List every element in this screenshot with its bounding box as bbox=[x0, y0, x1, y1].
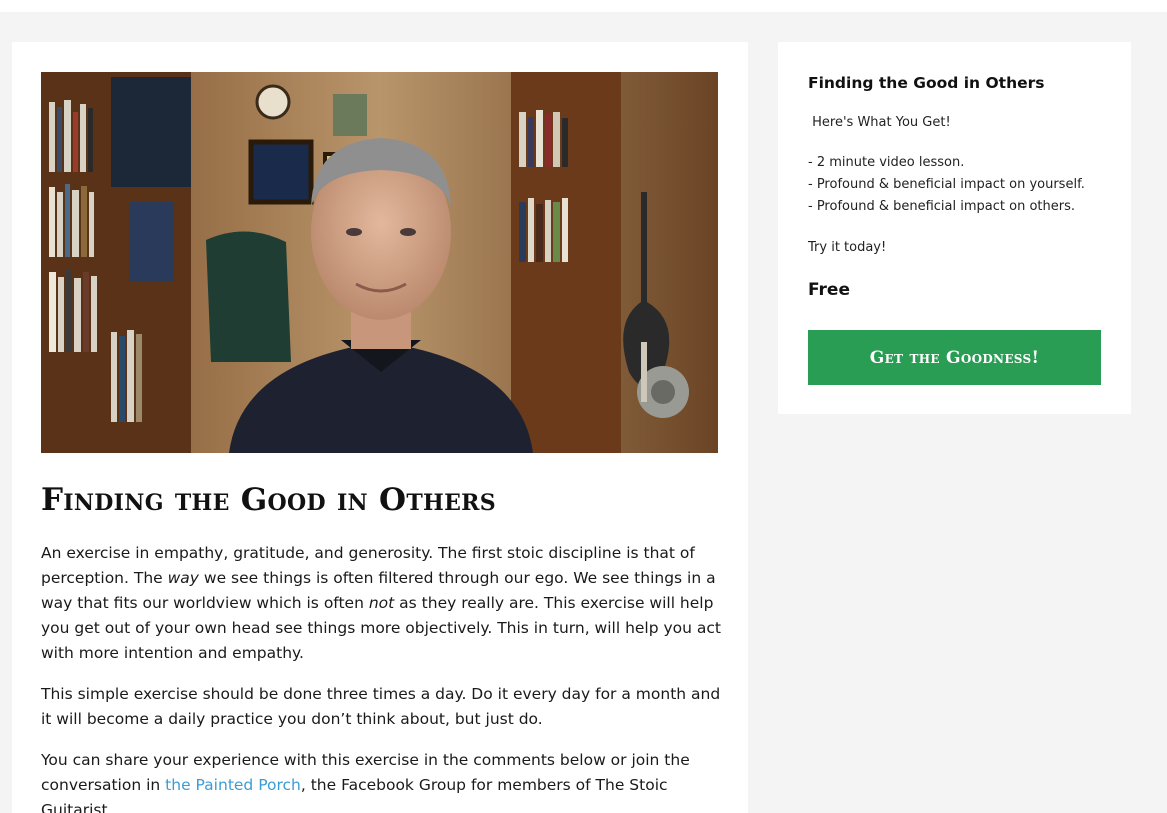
benefit-item: - 2 minute video lesson. bbox=[808, 155, 965, 170]
benefit-item: - Profound & beneficial impact on others… bbox=[808, 199, 1075, 214]
offer-title: Finding the Good in Others bbox=[808, 74, 1045, 92]
share-paragraph: You can share your experience with this … bbox=[41, 748, 731, 813]
offer-price: Free bbox=[808, 280, 850, 300]
practice-paragraph: This simple exercise should be done thre… bbox=[41, 685, 721, 728]
offer-benefits-list: - 2 minute video lesson. - Profound & be… bbox=[808, 152, 1085, 218]
offer-try-text: Try it today! bbox=[808, 240, 887, 255]
offer-intro: Here's What You Get! bbox=[808, 115, 951, 130]
benefit-item: - Profound & beneficial impact on yourse… bbox=[808, 177, 1085, 192]
main-content-card: Finding the Good in Others An exercise i… bbox=[12, 42, 748, 813]
painted-porch-link[interactable]: the Painted Porch bbox=[165, 776, 301, 794]
emphasis-not: not bbox=[368, 594, 395, 612]
get-goodness-button[interactable]: Get the Goodness! bbox=[808, 330, 1101, 385]
top-bar bbox=[0, 0, 1167, 12]
offer-sidebar-card: Finding the Good in Others Here's What Y… bbox=[778, 42, 1131, 414]
page-title: Finding the Good in Others bbox=[41, 482, 496, 518]
intro-paragraph: An exercise in empathy, gratitude, and g… bbox=[41, 541, 731, 666]
hero-illustration bbox=[41, 72, 718, 453]
hero-image bbox=[41, 72, 718, 453]
emphasis-way: way bbox=[167, 569, 199, 587]
